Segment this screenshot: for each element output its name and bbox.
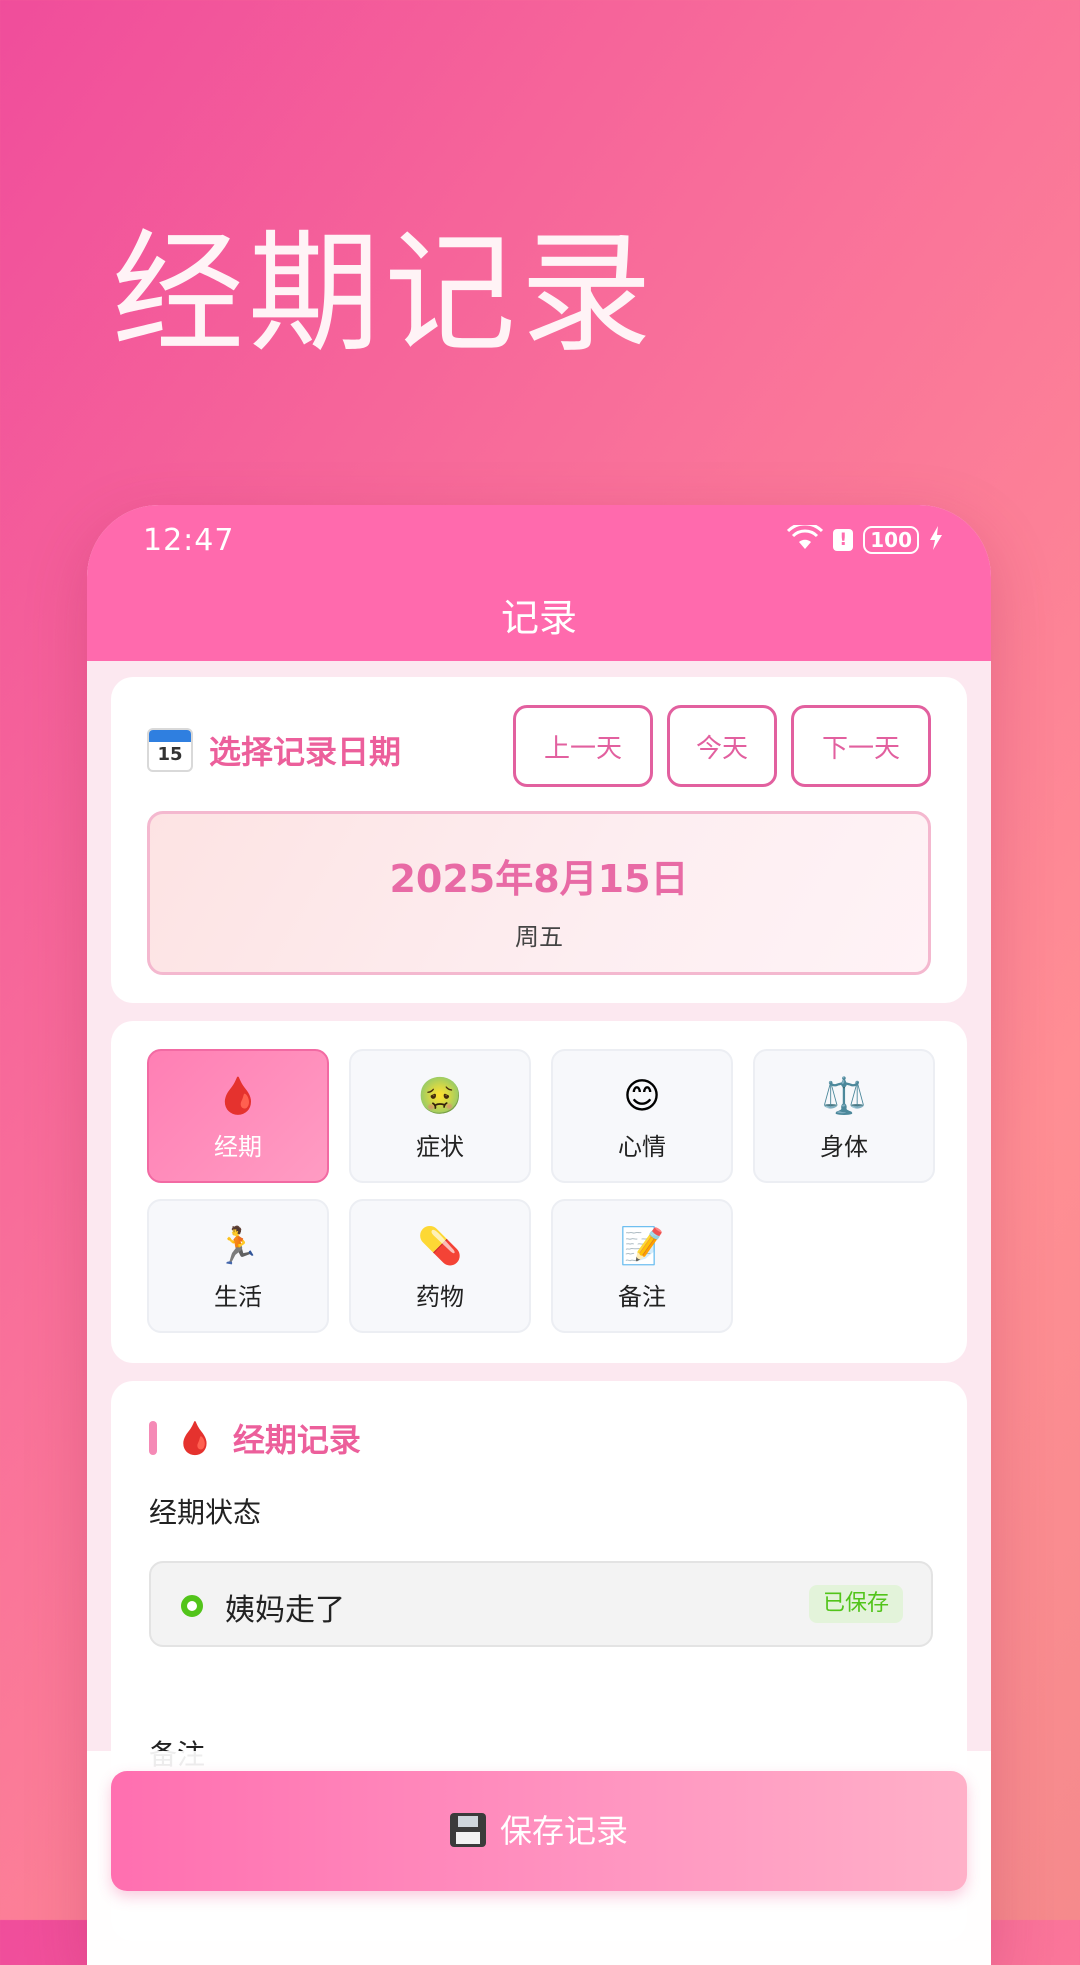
category-symptoms[interactable]: 🤢 症状 [349,1049,531,1183]
save-record-label: 保存记录 [499,1812,628,1850]
period-status-label: 经期状态 [149,1496,262,1529]
balance-scale-icon: ⚖️ [821,1076,867,1117]
wifi-icon [787,522,824,555]
category-label: 经期 [214,1133,262,1161]
status-icons: ! 100 [787,522,943,555]
category-lifestyle[interactable]: 🏃 生活 [147,1199,329,1333]
smiling-face-icon: 😊 [623,1076,661,1117]
category-label: 生活 [214,1283,262,1311]
today-button[interactable]: 今天 [667,705,777,787]
selected-weekday: 周五 [515,923,563,951]
saved-badge: 已保存 [808,1585,903,1623]
category-period[interactable]: 🩸 经期 [147,1049,329,1183]
category-label: 备注 [618,1283,666,1311]
selected-date-display[interactable]: 2025年8月15日 周五 [147,811,931,975]
save-record-button[interactable]: 保存记录 [111,1771,967,1891]
date-nav-buttons: 上一天 今天 下一天 [513,705,931,787]
floppy-disk-icon [449,1813,486,1847]
section-header: 🩸 经期记录 [149,1415,361,1461]
next-day-button[interactable]: 下一天 [791,705,931,787]
category-body[interactable]: ⚖️ 身体 [753,1049,935,1183]
category-card: 🩸 经期 🤢 症状 😊 心情 ⚖️ 身体 🏃 生活 💊 药物 📝 备注 [111,1021,967,1363]
category-label: 身体 [820,1133,868,1161]
drop-of-blood-icon: 🩸 [175,1419,215,1457]
category-label: 症状 [416,1133,464,1161]
period-status-value: 姨妈走了 [225,1593,345,1628]
bottom-action-bar: 保存记录 [87,1751,991,1965]
calendar-icon: 15 [147,728,193,772]
status-bar: 12:47 ! 100 [87,505,991,575]
phone-frame: 12:47 ! 100 记录 15 选择记录日期 上一天 今天 下一天 2025… [87,505,991,1965]
pill-icon: 💊 [417,1226,463,1267]
alert-icon: ! [833,529,854,551]
date-selector-card: 15 选择记录日期 上一天 今天 下一天 2025年8月15日 周五 [111,677,967,1003]
section-title: 经期记录 [232,1421,361,1459]
category-mood[interactable]: 😊 心情 [551,1049,733,1183]
category-label: 心情 [618,1133,666,1161]
category-medication[interactable]: 💊 药物 [349,1199,531,1333]
date-selector-title: 选择记录日期 [209,733,402,771]
category-notes[interactable]: 📝 备注 [551,1199,733,1333]
date-selector-header: 15 选择记录日期 [147,727,401,773]
nauseated-face-icon: 🤢 [417,1076,463,1117]
category-label: 药物 [416,1283,464,1311]
app-bar-title: 记录 [87,575,991,661]
memo-icon: 📝 [619,1226,665,1267]
previous-day-button[interactable]: 上一天 [513,705,653,787]
section-accent-bar [149,1421,157,1455]
promo-title: 经期记录 [112,217,656,371]
status-time: 12:47 [143,523,235,558]
drop-of-blood-icon: 🩸 [215,1076,261,1117]
status-indicator-icon [181,1595,203,1617]
charging-icon [929,526,943,554]
selected-date: 2025年8月15日 [389,857,689,901]
period-status-option[interactable]: 姨妈走了 已保存 [149,1561,933,1647]
running-person-icon: 🏃 [215,1226,261,1267]
battery-indicator: 100 [863,526,919,554]
